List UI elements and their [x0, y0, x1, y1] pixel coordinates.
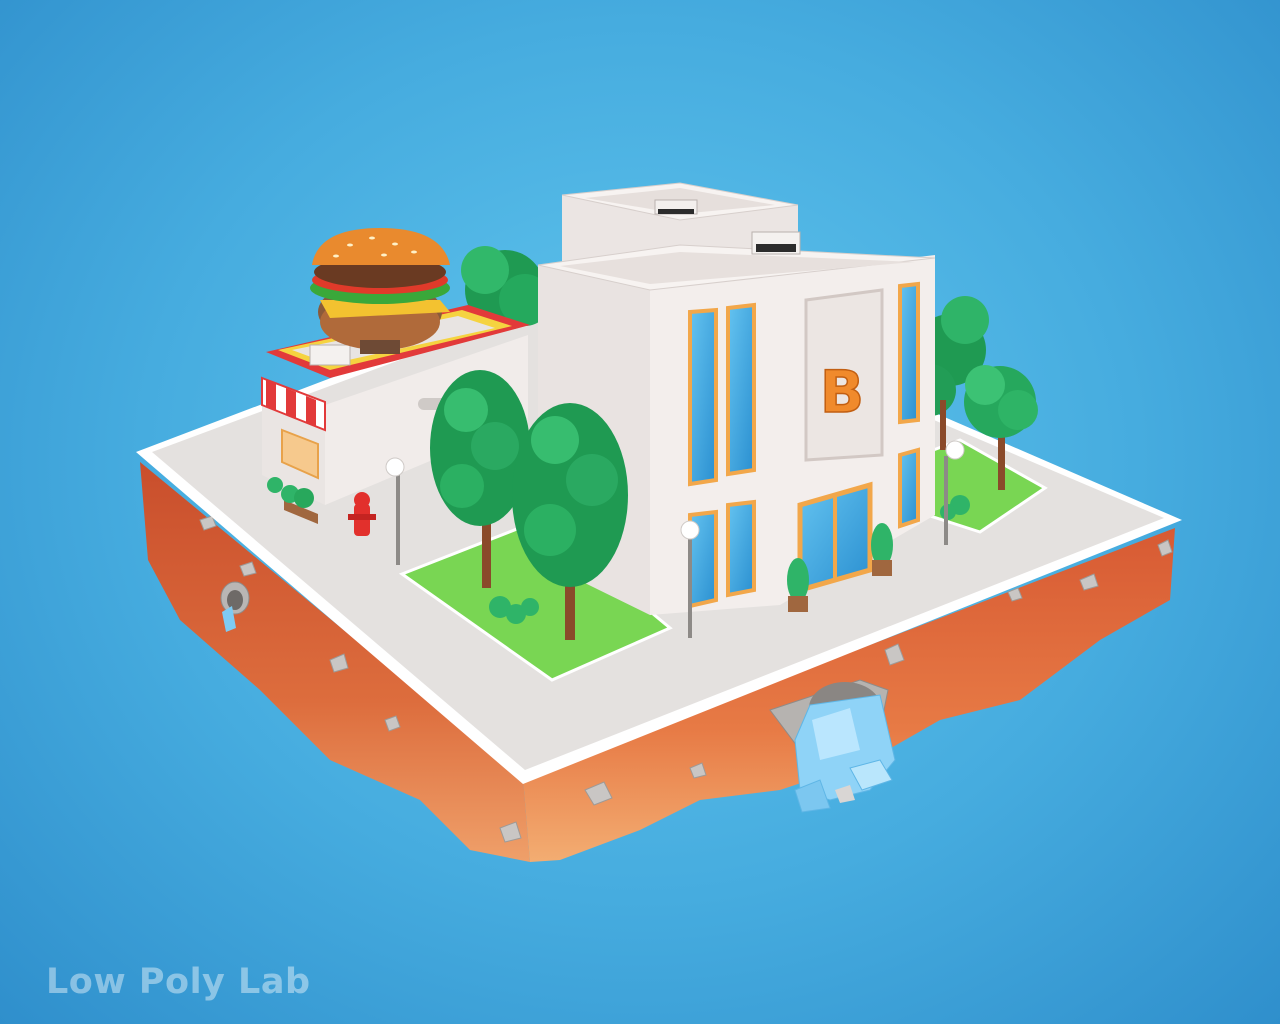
- burger-icon: [310, 228, 450, 354]
- low-poly-city-island-scene: B: [136, 182, 1182, 862]
- potted-shrub-right: [871, 523, 893, 576]
- potted-shrub-left: [787, 558, 809, 612]
- building-sign-letter: B: [820, 358, 864, 426]
- waterfall: [794, 694, 896, 813]
- rooftop-ac-unit: [309, 344, 351, 366]
- watermark-text: Low Poly Lab: [46, 962, 311, 1002]
